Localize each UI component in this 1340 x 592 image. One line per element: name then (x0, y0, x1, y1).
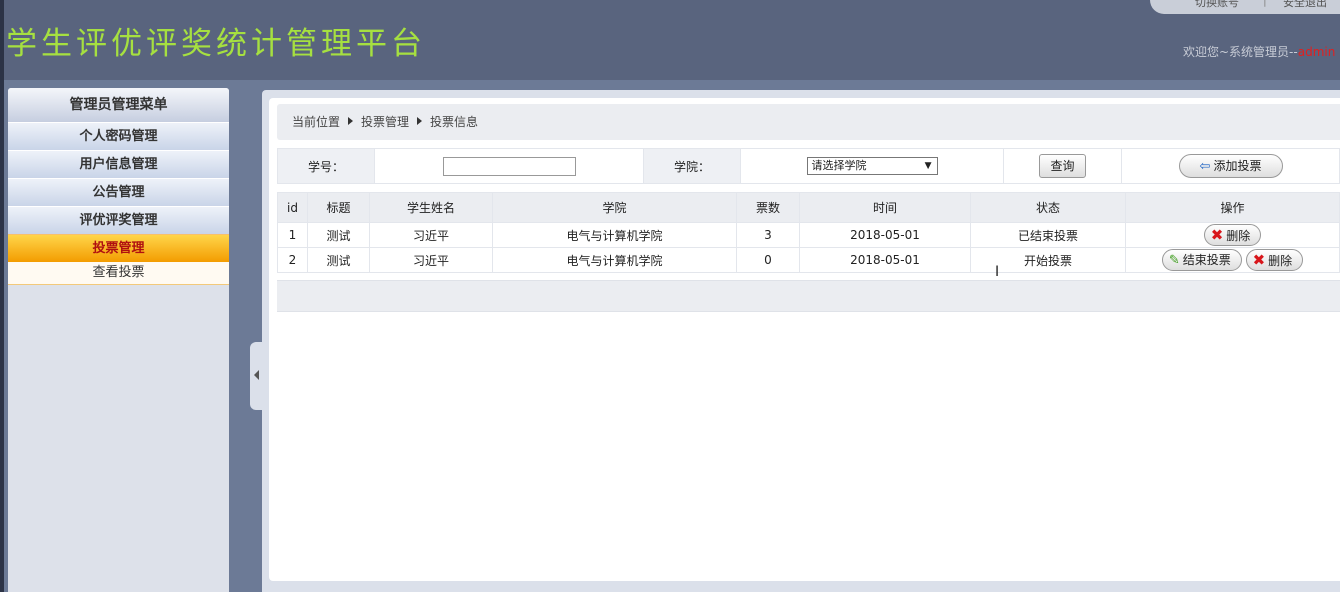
top-account-tab: 切换账号 | 安全退出 (1150, 0, 1340, 14)
cell-college: 电气与计算机学院 (492, 247, 737, 273)
cell-title: 测试 (307, 247, 370, 273)
search-form: 学号： 学院： 请选择学院 ▼ 查询 ⇦ 添加投票 (277, 148, 1340, 184)
sidebar-item-notices[interactable]: 公告管理 (8, 178, 229, 206)
app-title: 学生评优评奖统计管理平台 (6, 26, 426, 62)
sidebar-collapse-handle[interactable] (250, 342, 262, 410)
delete-button[interactable]: ✖ 删除 (1203, 224, 1262, 246)
cell-name: 习近平 (369, 222, 493, 248)
column-header: 状态 (970, 192, 1126, 223)
add-cell: ⇦ 添加投票 (1121, 148, 1340, 184)
sidebar-subitem-view-votes[interactable]: 查看投票 (8, 262, 229, 285)
welcome-text: 欢迎您~系统管理员--admin (1183, 43, 1335, 60)
sidebar: 管理员管理菜单 个人密码管理 用户信息管理 公告管理 评优评奖管理 投票管理 查… (8, 88, 229, 592)
delete-button[interactable]: ✖ 删除 (1245, 249, 1304, 271)
college-cell: 请选择学院 ▼ (740, 148, 1004, 184)
logout-link[interactable]: 安全退出 (1283, 0, 1327, 10)
breadcrumb-item: 当前位置 (292, 115, 341, 129)
back-arrow-icon: ⇦ (1199, 159, 1211, 174)
student-no-cell (374, 148, 644, 184)
sidebar-item-awards[interactable]: 评优评奖管理 (8, 206, 229, 234)
cell-time: 2018-05-01 (799, 222, 971, 248)
table-row: 2 测试 习近平 电气与计算机学院 0 2018-05-01 开始投票 ✎ 结束投… (277, 247, 1340, 273)
add-vote-button[interactable]: ⇦ 添加投票 (1178, 154, 1283, 178)
column-header: 学生姓名 (369, 192, 493, 223)
table-row: 1 测试 习近平 电气与计算机学院 3 2018-05-01 已结束投票 ✖ 删除 (277, 222, 1340, 248)
end-vote-label: 结束投票 (1182, 253, 1231, 267)
pencil-icon: ✎ (1168, 253, 1180, 268)
query-button[interactable]: 查询 (1039, 154, 1086, 178)
delete-x-icon: ✖ (1210, 226, 1224, 244)
dropdown-arrow-icon: ▼ (924, 161, 932, 171)
cell-time: 2018-05-01 (799, 247, 971, 273)
header: 学生评优评奖统计管理平台 切换账号 | 安全退出 欢迎您~系统管理员--admi… (0, 0, 1340, 592)
add-vote-label: 添加投票 (1213, 159, 1262, 173)
top-tab-divider: | (1263, 0, 1267, 7)
switch-account-link[interactable]: 切换账号 (1195, 0, 1239, 10)
welcome-label: 欢迎您~系统管理员-- (1183, 45, 1298, 59)
cell-id: 2 (277, 247, 308, 273)
cell-college: 电气与计算机学院 (492, 222, 737, 248)
main-panel: 当前位置 投票管理 投票信息 学号： 学院： 请选择学院 ▼ 查询 ⇦添加投票 (262, 90, 1340, 592)
breadcrumb: 当前位置 投票管理 投票信息 (277, 104, 1340, 140)
sidebar-item-votes[interactable]: 投票管理 (8, 234, 229, 262)
delete-label: 删除 (1226, 229, 1251, 243)
cell-votes: 3 (736, 222, 800, 248)
cell-actions: ✎ 结束投票 ✖ 删除 (1125, 247, 1340, 273)
delete-label: 删除 (1268, 254, 1293, 268)
breadcrumb-arrow-icon (348, 117, 354, 125)
cell-title: 测试 (307, 222, 370, 248)
cell-name: 习近平 (369, 247, 493, 273)
cell-id: 1 (277, 222, 308, 248)
college-label: 学院： (643, 148, 741, 184)
college-select-value: 请选择学院 (811, 159, 867, 172)
welcome-user: admin (1297, 45, 1336, 59)
column-header: 标题 (307, 192, 370, 223)
column-header: 票数 (736, 192, 800, 223)
sidebar-title: 管理员管理菜单 (8, 88, 229, 122)
vote-table: id 标题 学生姓名 学院 票数 时间 状态 操作 1 测试 习近平 电气与计算… (277, 192, 1340, 273)
breadcrumb-arrow-icon (417, 117, 423, 125)
college-select[interactable]: 请选择学院 ▼ (806, 157, 938, 175)
cell-status: 已结束投票 (970, 222, 1126, 248)
sidebar-item-users[interactable]: 用户信息管理 (8, 150, 229, 178)
end-vote-button[interactable]: ✎ 结束投票 (1161, 249, 1242, 271)
breadcrumb-item[interactable]: 投票管理 (361, 104, 409, 140)
query-cell: 查询 (1003, 148, 1122, 184)
column-header: 操作 (1125, 192, 1340, 223)
column-header: 时间 (799, 192, 971, 223)
cell-actions: ✖ 删除 (1125, 222, 1340, 248)
column-header: 学院 (492, 192, 737, 223)
breadcrumb-item: 投票信息 (430, 115, 479, 129)
column-header: id (277, 192, 308, 223)
table-footer-bar (277, 280, 1340, 312)
sidebar-item-password[interactable]: 个人密码管理 (8, 122, 229, 150)
student-no-input[interactable] (442, 156, 576, 176)
content-area: 当前位置 投票管理 投票信息 学号： 学院： 请选择学院 ▼ 查询 ⇦添加投票 (269, 98, 1340, 581)
cell-status: 开始投票 (970, 247, 1126, 273)
collapse-arrow-icon (254, 370, 259, 380)
cell-votes: 0 (736, 247, 800, 273)
table-header-row: id 标题 学生姓名 学院 票数 时间 状态 操作 (277, 192, 1340, 223)
student-no-label: 学号： (277, 148, 375, 184)
text-cursor-icon: I (995, 264, 1000, 280)
window-edge (0, 0, 4, 592)
delete-x-icon: ✖ (1252, 251, 1266, 269)
